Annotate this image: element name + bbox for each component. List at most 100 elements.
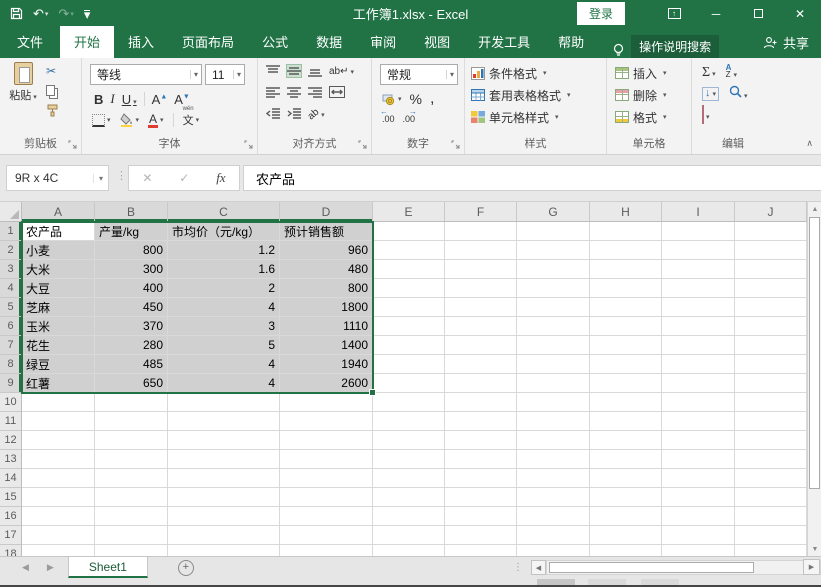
cell-C13[interactable] (168, 450, 280, 469)
cell-G12[interactable] (517, 431, 590, 450)
clear-button[interactable] (702, 106, 710, 124)
font-size-select[interactable]: 11▾ (205, 64, 245, 85)
shrink-font-button[interactable]: A▼ (174, 92, 190, 107)
alignment-dialog-launcher-icon[interactable] (358, 140, 368, 150)
cell-E1[interactable] (373, 222, 445, 241)
cell-D9[interactable]: 2600 (280, 374, 373, 393)
conditional-formatting-button[interactable]: 条件格式 (465, 62, 606, 84)
cell-J2[interactable] (735, 241, 807, 260)
cell-G18[interactable] (517, 545, 590, 556)
cell-B5[interactable]: 450 (95, 298, 168, 317)
column-header-F[interactable]: F (445, 202, 517, 222)
increase-indent-icon[interactable] (287, 107, 301, 119)
cell-G11[interactable] (517, 412, 590, 431)
row-header-16[interactable]: 16 (0, 507, 22, 526)
cell-H5[interactable] (590, 298, 662, 317)
row-header-13[interactable]: 13 (0, 450, 22, 469)
row-header-1[interactable]: 1 (0, 222, 22, 241)
cell-A18[interactable] (22, 545, 95, 556)
grow-font-button[interactable]: A▲ (152, 92, 168, 107)
name-box-dropdown-icon[interactable]: ▾ (93, 174, 108, 183)
cell-H7[interactable] (590, 336, 662, 355)
font-dialog-launcher-icon[interactable] (244, 140, 254, 150)
cell-I18[interactable] (662, 545, 735, 556)
column-header-J[interactable]: J (735, 202, 807, 222)
cell-G4[interactable] (517, 279, 590, 298)
cell-D6[interactable]: 1110 (280, 317, 373, 336)
row-header-11[interactable]: 11 (0, 412, 22, 431)
cell-F6[interactable] (445, 317, 517, 336)
cell-D17[interactable] (280, 526, 373, 545)
cell-C8[interactable]: 4 (168, 355, 280, 374)
row-header-6[interactable]: 6 (0, 317, 22, 336)
cell-C15[interactable] (168, 488, 280, 507)
new-sheet-button[interactable]: + (178, 560, 194, 576)
cell-A12[interactable] (22, 431, 95, 450)
cell-E9[interactable] (373, 374, 445, 393)
font-name-select[interactable]: 等线▾ (90, 64, 202, 85)
row-header-10[interactable]: 10 (0, 393, 22, 412)
cell-F17[interactable] (445, 526, 517, 545)
column-header-H[interactable]: H (590, 202, 662, 222)
tab-review[interactable]: 审阅 (356, 26, 410, 58)
number-format-select[interactable]: 常规▾ (380, 64, 458, 85)
cell-F5[interactable] (445, 298, 517, 317)
column-header-E[interactable]: E (373, 202, 445, 222)
formula-bar-splitter[interactable]: ⋮ (116, 169, 127, 182)
cell-G14[interactable] (517, 469, 590, 488)
cell-I7[interactable] (662, 336, 735, 355)
cell-I11[interactable] (662, 412, 735, 431)
cell-E6[interactable] (373, 317, 445, 336)
cell-G17[interactable] (517, 526, 590, 545)
cell-F12[interactable] (445, 431, 517, 450)
format-cells-button[interactable]: 格式 (607, 106, 691, 128)
cell-C6[interactable]: 3 (168, 317, 280, 336)
cell-D15[interactable] (280, 488, 373, 507)
cell-A5[interactable]: 芝麻 (22, 298, 95, 317)
sign-in-button[interactable]: 登录 (577, 2, 625, 25)
cell-A14[interactable] (22, 469, 95, 488)
maximize-button[interactable] (737, 0, 779, 27)
bottom-align-icon[interactable] (308, 65, 322, 77)
tab-insert[interactable]: 插入 (114, 26, 168, 58)
cell-J3[interactable] (735, 260, 807, 279)
row-header-9[interactable]: 9 (0, 374, 22, 393)
row-header-18[interactable]: 18 (0, 545, 22, 556)
cell-D7[interactable]: 1400 (280, 336, 373, 355)
cell-J12[interactable] (735, 431, 807, 450)
cell-F15[interactable] (445, 488, 517, 507)
cell-B11[interactable] (95, 412, 168, 431)
redo-button[interactable]: ↷ (58, 6, 73, 22)
row-header-8[interactable]: 8 (0, 355, 22, 374)
row-header-14[interactable]: 14 (0, 469, 22, 488)
cell-J10[interactable] (735, 393, 807, 412)
cell-B14[interactable] (95, 469, 168, 488)
cell-F3[interactable] (445, 260, 517, 279)
column-header-I[interactable]: I (662, 202, 735, 222)
cell-B12[interactable] (95, 431, 168, 450)
clipboard-dialog-launcher-icon[interactable] (68, 140, 78, 150)
cell-A7[interactable]: 花生 (22, 336, 95, 355)
cell-A2[interactable]: 小麦 (22, 241, 95, 260)
copy-icon[interactable] (46, 85, 55, 96)
row-header-12[interactable]: 12 (0, 431, 22, 450)
cell-H3[interactable] (590, 260, 662, 279)
cell-I2[interactable] (662, 241, 735, 260)
cell-G3[interactable] (517, 260, 590, 279)
cell-C1[interactable]: 市均价（元/kg） (168, 222, 280, 241)
cell-D14[interactable] (280, 469, 373, 488)
cell-E11[interactable] (373, 412, 445, 431)
cell-A1[interactable]: 农产品 (22, 222, 95, 241)
scroll-down-icon[interactable]: ▼ (808, 542, 821, 556)
cell-G15[interactable] (517, 488, 590, 507)
tab-view[interactable]: 视图 (410, 26, 464, 58)
cell-I15[interactable] (662, 488, 735, 507)
cell-H13[interactable] (590, 450, 662, 469)
cell-B13[interactable] (95, 450, 168, 469)
insert-cells-button[interactable]: 插入 (607, 62, 691, 84)
cell-B7[interactable]: 280 (95, 336, 168, 355)
cell-C12[interactable] (168, 431, 280, 450)
tab-help[interactable]: 帮助 (544, 26, 598, 58)
save-icon[interactable] (10, 7, 23, 20)
cell-D1[interactable]: 预计销售额 (280, 222, 373, 241)
